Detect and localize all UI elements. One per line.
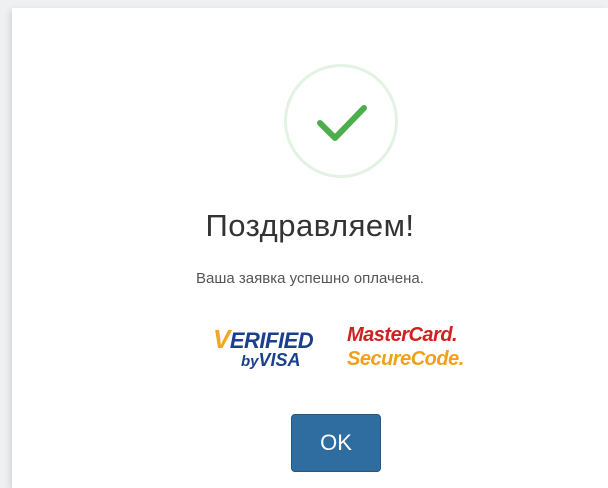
vbv-by-visa-text: byVISA (241, 350, 301, 370)
payment-success-dialog: Поздравляем! Ваша заявка успешно оплачен… (12, 8, 608, 488)
payment-badges: VERIFIED byVISA MasterCard. SecureCode. (207, 322, 477, 382)
success-icon-circle (284, 64, 398, 178)
securecode-text: SecureCode. (347, 348, 464, 370)
ok-button[interactable]: OK (291, 414, 381, 472)
mastercard-text: MasterCard. (347, 324, 458, 346)
mastercard-securecode-logo: MasterCard. SecureCode. (347, 324, 477, 380)
verified-by-visa-logo: VERIFIED byVISA (207, 322, 319, 378)
check-icon (317, 105, 367, 141)
dialog-title: Поздравляем! (205, 208, 415, 243)
dialog-message: Ваша заявка успешно оплачена. (196, 270, 424, 287)
